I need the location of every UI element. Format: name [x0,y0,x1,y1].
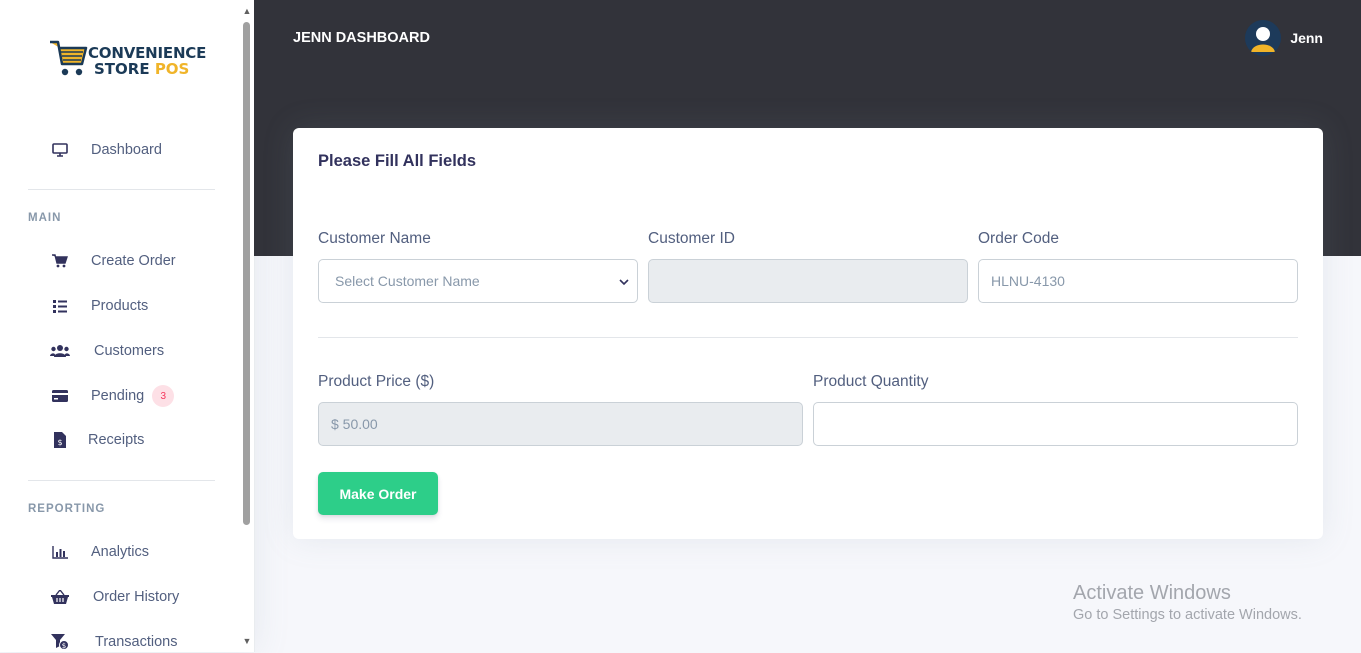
customer-name-label: Customer Name [318,230,431,247]
users-icon [50,344,70,358]
order-code-label: Order Code [978,230,1059,247]
form-divider [318,337,1298,338]
sidebar-item-order-history[interactable]: Order History [50,586,179,608]
product-price-label: Product Price ($) [318,373,435,390]
make-order-button[interactable]: Make Order [318,472,438,515]
sidebar: CONVENIENCE STORE POS Dashboard MAIN Cre… [0,0,255,652]
shopping-cart-logo-icon [50,40,88,76]
scrollbar-thumb[interactable] [243,22,250,525]
brand-pos-text: POS [154,60,190,78]
bar-chart-icon [50,545,70,559]
sidebar-item-analytics[interactable]: Analytics [50,541,149,563]
list-icon [50,299,70,313]
user-name: Jenn [1290,30,1323,46]
invoice-icon: $ [50,432,70,448]
customer-name-select[interactable]: Select Customer Name [318,259,638,303]
user-menu[interactable]: Jenn [1245,20,1323,56]
product-quantity-input[interactable] [813,402,1298,446]
sidebar-divider [28,189,215,190]
sidebar-item-label: Pending [91,388,145,404]
scroll-down-arrow-icon[interactable]: ▼ [242,636,252,646]
brand-name-line2: STORE POS [94,60,189,78]
sidebar-item-label: Receipts [88,432,145,448]
page-title: JENN DASHBOARD [293,30,430,46]
form-title: Please Fill All Fields [318,152,477,170]
sidebar-item-transactions[interactable]: $ Transactions [50,631,177,653]
section-heading-reporting: REPORTING [28,503,106,515]
sidebar-item-label: Analytics [91,544,150,560]
sidebar-item-dashboard[interactable]: Dashboard [50,139,162,161]
chevron-down-icon [619,273,629,289]
cart-icon [50,254,70,268]
sidebar-item-label: Customers [94,343,165,359]
customer-id-label: Customer ID [648,230,735,247]
sidebar-item-label: Dashboard [91,142,162,158]
product-price-field: $ 50.00 [318,402,803,446]
brand-store-text: STORE [94,60,155,78]
order-form-card: Please Fill All Fields Customer Name Sel… [293,128,1323,539]
sidebar-item-products[interactable]: Products [50,295,148,317]
filter-dollar-icon: $ [50,634,70,650]
sidebar-item-label: Products [91,298,149,314]
order-code-field[interactable]: HLNU-4130 [978,259,1298,303]
svg-text:$: $ [62,642,66,650]
activate-windows-subtitle: Go to Settings to activate Windows. [1073,607,1302,623]
pending-count-badge: 3 [152,385,175,407]
user-avatar-icon [1245,20,1282,56]
customer-id-field [648,259,968,303]
brand-logo[interactable]: CONVENIENCE STORE POS [48,38,208,82]
scroll-up-arrow-icon[interactable]: ▲ [242,6,252,16]
sidebar-item-label: Create Order [91,253,176,269]
avatar[interactable] [1245,20,1282,56]
sidebar-item-label: Transactions [95,634,178,650]
sidebar-divider [28,480,215,481]
basket-icon [50,590,70,604]
sidebar-scrollbar[interactable]: ▲ ▼ [242,0,252,652]
sidebar-item-pending[interactable]: Pending 3 [50,385,175,407]
svg-text:$: $ [57,438,62,447]
customer-name-selected-value: Select Customer Name [335,273,480,289]
credit-card-icon [50,390,70,402]
product-quantity-label: Product Quantity [813,373,929,390]
activate-windows-title: Activate Windows [1073,582,1231,604]
monitor-icon [50,143,70,157]
sidebar-item-create-order[interactable]: Create Order [50,250,176,272]
sidebar-item-receipts[interactable]: $ Receipts [50,429,144,451]
sidebar-item-label: Order History [93,589,180,605]
section-heading-main: MAIN [28,212,62,224]
sidebar-item-customers[interactable]: Customers [50,340,164,362]
